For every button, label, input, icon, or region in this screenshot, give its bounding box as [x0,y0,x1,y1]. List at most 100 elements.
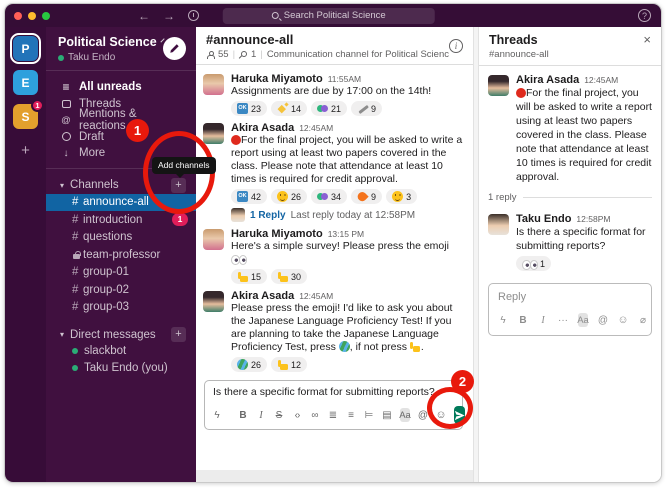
avatar[interactable] [488,75,509,96]
search-input[interactable]: Search Political Science [223,8,435,24]
reaction-pencil[interactable]: 9 [351,101,382,116]
avatar[interactable] [203,229,224,250]
annotation-step-1: 1 [126,119,149,142]
nav-label: Draft [79,131,104,143]
message-text: For the final project, you will be asked… [516,86,652,184]
shortcuts-icon[interactable] [212,408,222,422]
avatar[interactable] [203,74,224,95]
strikethrough-icon[interactable]: S [274,408,284,422]
reaction-pair[interactable]: 34 [311,189,347,204]
add-workspace-button[interactable]: + [21,142,30,159]
sidebar-channel-questions[interactable]: questions [46,229,196,247]
workspace-icon-e[interactable]: E [13,70,38,95]
channel-info-icon[interactable]: i [449,39,463,53]
message-composer[interactable]: Is there a specific format for submittin… [204,380,463,430]
presence-dot [58,55,64,61]
italic-icon[interactable]: I [538,313,548,327]
zoom-window-button[interactable] [42,12,50,20]
message-user[interactable]: Taku Endo [516,213,571,225]
dm-name: Taku Endo (you) [84,362,168,374]
emoji-fire-icon [357,191,368,202]
history-forward-icon[interactable]: → [163,9,175,23]
thread-replies-link[interactable]: 1 Reply [250,210,286,221]
reaction-globe[interactable]: 26 [231,357,267,372]
separator: | [260,49,262,60]
workspace-rail: P E S 1 + [5,27,46,482]
attach-icon[interactable] [638,313,648,327]
reaction-sweat-smile[interactable]: 26 [271,189,307,204]
dm-section-header[interactable]: Direct messages + [46,326,196,343]
blockquote-icon[interactable] [364,408,374,422]
reaction-fire[interactable]: 9 [351,189,382,204]
link-icon[interactable] [310,408,320,422]
mention-icon[interactable] [598,313,608,327]
composer-toolbar: B I S Aa [205,402,462,429]
avatar[interactable] [488,214,509,235]
thread-reply-composer[interactable]: Reply B I Aa [488,283,652,336]
reaction-thumbsup[interactable]: 12 [271,357,307,372]
more-options-icon[interactable] [558,313,568,327]
avatar[interactable] [203,291,224,312]
emoji-people-pair-icon [317,191,328,202]
bold-icon[interactable]: B [518,313,528,327]
avatar[interactable] [203,123,224,144]
message-user[interactable]: Haruka Miyamoto [231,228,323,240]
ordered-list-icon[interactable] [328,408,338,422]
threads-channel: #announce-all [489,49,549,60]
reaction-sparkles[interactable]: 14 [271,101,307,116]
thread-reply-bar[interactable]: 1 Reply Last reply today at 12:58PM [231,208,465,222]
message-user[interactable]: Haruka Miyamoto [231,73,323,85]
format-toggle-button[interactable]: Aa [578,313,588,327]
italic-icon[interactable]: I [256,408,266,422]
close-window-button[interactable] [14,12,22,20]
sidebar-item-mentions[interactable]: Mentions & reactions [46,112,196,129]
sidebar-channel-group-02[interactable]: group-02 [46,281,196,299]
reactions: 42 26 34 9 3 [231,189,465,204]
sidebar-item-all-unreads[interactable]: All unreads [46,79,196,96]
workspace-icon-political-science[interactable]: P [13,36,38,61]
history-back-icon[interactable]: ← [138,9,150,23]
reaction-eyes[interactable]: 1 [516,256,551,271]
reaction-ok[interactable]: 42 [231,189,267,204]
message-input[interactable]: Is there a specific format for submittin… [205,381,462,402]
message-user[interactable]: Akira Asada [231,122,294,134]
bold-icon[interactable]: B [238,408,248,422]
reaction-thumbsup[interactable]: 30 [271,269,307,284]
emoji-thumbsup-icon [237,271,248,282]
bullet-list-icon[interactable] [346,408,356,422]
sidebar-channel-group-01[interactable]: group-01 [46,264,196,282]
sidebar-channel-group-03[interactable]: group-03 [46,299,196,317]
new-message-button[interactable] [163,37,186,60]
sidebar-dm-slackbot[interactable]: slackbot [46,343,196,360]
emoji-picker-icon[interactable] [618,313,628,327]
workspace-header[interactable]: Political Science Taku Endo [46,27,196,71]
shortcuts-icon[interactable] [498,313,508,327]
pins-count[interactable]: 1 [251,49,256,60]
workspace-icon-s[interactable]: S 1 [13,104,38,129]
code-icon[interactable] [292,408,302,422]
sidebar-dm-taku-endo[interactable]: Taku Endo (you) [46,360,196,377]
reaction-pair[interactable]: 21 [311,101,347,116]
reactions: 15 30 [231,269,465,284]
message-user[interactable]: Akira Asada [231,290,294,302]
add-dm-button[interactable]: + [171,327,186,342]
close-icon[interactable] [643,33,651,46]
reactions: 26 12 [231,357,465,372]
message-list: Haruka Miyamoto 11:55AM Assignments are … [196,65,473,375]
channel-topic[interactable]: Communication channel for Political Scie… [267,49,449,60]
minimize-window-button[interactable] [28,12,36,20]
code-block-icon[interactable] [382,408,392,422]
reaction-wink[interactable]: 3 [386,189,417,204]
reaction-ok[interactable]: 23 [231,101,267,116]
spacer [196,430,473,470]
help-icon[interactable]: ? [638,9,651,22]
format-toggle-button[interactable]: Aa [400,408,410,422]
message-user[interactable]: Akira Asada [516,74,579,86]
message: Akira Asada 12:45AM For the final projec… [196,119,473,225]
sidebar-channel-team-professor[interactable]: team-professor [46,246,196,264]
reaction-thumbsup[interactable]: 15 [231,269,267,284]
members-count[interactable]: 55 [218,49,229,60]
history-clock-icon[interactable] [188,10,199,21]
reply-input[interactable]: Reply [489,284,651,311]
current-user-name: Taku Endo [68,52,115,63]
